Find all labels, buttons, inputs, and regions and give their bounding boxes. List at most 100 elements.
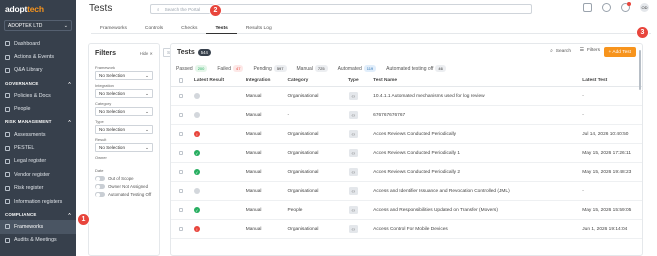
row-checkbox[interactable] <box>171 169 191 175</box>
section-title: COMPLIANCE <box>5 211 37 217</box>
hide-filters-button[interactable]: Hide ✕ <box>140 51 153 56</box>
sidebar-item-people[interactable]: People <box>0 103 76 116</box>
sidebar-item-legal[interactable]: Legal register <box>0 155 76 168</box>
sidebar-item-assessments[interactable]: Assessments <box>0 128 76 141</box>
table-row[interactable]: ✓ Manual Organisational ⚇ Acces Reviews Cond… <box>171 144 642 163</box>
sidebar-item-audits[interactable]: Audits & Meetings <box>0 234 76 247</box>
sidebar-item-label: Vendor register <box>14 171 50 178</box>
row-checkbox[interactable] <box>171 207 191 213</box>
integration-cell: Manual <box>245 169 262 175</box>
test-name-cell[interactable]: Acces Reviews Conducted Periodically <box>373 132 582 137</box>
table-row[interactable]: ✓ Manual Organisational ⚇ Acces Reviews Cond… <box>171 163 642 182</box>
automated-testing-off-toggle[interactable]: Automated Testing Off <box>95 192 153 197</box>
sidebar-item-policies[interactable]: Policies & Docs <box>0 89 76 102</box>
col-type[interactable]: Type <box>333 78 373 83</box>
test-name-cell[interactable]: 10.4.1.1 Automated mechanisms used for l… <box>373 94 582 99</box>
add-test-button[interactable]: + Add Test <box>603 47 636 57</box>
filters-title: Filters <box>95 50 117 57</box>
table-row[interactable]: ! Manual Organisational ⚇ Access Control For… <box>171 220 642 239</box>
result-select[interactable]: No Selection ⌄ <box>95 143 153 152</box>
row-checkbox[interactable] <box>171 188 191 194</box>
type-select[interactable]: No Selection ⌄ <box>95 125 153 134</box>
sidebar-item-actions[interactable]: Actions & Events <box>0 50 76 63</box>
framework-select[interactable]: No Selection ⌄ <box>95 71 153 80</box>
table-row[interactable]: Manual Organisational ⚇ 10.4.1.1 Automated … <box>171 87 642 106</box>
col-integration[interactable]: Integration <box>246 78 288 83</box>
app-logo[interactable]: adopt tech <box>0 0 76 17</box>
avatar[interactable]: OD <box>640 3 649 12</box>
portal-search-input[interactable]: ⌕ Search the Portal <box>150 4 532 14</box>
owner-not-assigned-toggle[interactable]: Owner Not Assigned <box>95 184 153 189</box>
out-of-scope-toggle[interactable]: Out of Scope <box>95 176 153 181</box>
sidebar-item-label: Frameworks <box>14 223 44 230</box>
checkbox[interactable] <box>178 207 184 213</box>
help-icon[interactable] <box>602 3 611 12</box>
sidebar-item-risk-register[interactable]: Risk register <box>0 182 76 195</box>
scrollbar[interactable] <box>639 50 641 90</box>
tab-frameworks[interactable]: Frameworks <box>91 24 136 34</box>
status-tab[interactable]: Pending 597 <box>253 64 287 72</box>
sidebar-item-qa-library[interactable]: Q&A Library <box>0 64 76 77</box>
status-tab[interactable]: Automated 119 <box>338 64 377 72</box>
col-latest-result[interactable]: Latest Result <box>191 78 246 83</box>
select-all-checkbox[interactable] <box>171 78 191 83</box>
framework-label: Framework <box>95 65 116 70</box>
integration-select[interactable]: No Selection ⌄ <box>95 89 153 98</box>
table-row[interactable]: Manual Organisational ⚇ Access and Identifi… <box>171 182 642 201</box>
section-compliance[interactable]: COMPLIANCE ^ <box>0 208 76 220</box>
status-tab-label: Manual <box>296 65 313 72</box>
sidebar-item-vendor[interactable]: Vendor register <box>0 168 76 181</box>
checkbox[interactable] <box>178 131 184 137</box>
status-tabs: Passed 200 Failed 47 Pending 597 Manual 725 Auto… <box>171 61 642 75</box>
section-governance[interactable]: GOVERNANCE ^ <box>0 77 76 89</box>
col-category[interactable]: Category <box>288 78 334 83</box>
section-risk[interactable]: RISK MANAGEMENT ^ <box>0 116 76 128</box>
table-search-button[interactable]: ⌕ Search <box>550 48 571 55</box>
toggle-switch[interactable] <box>95 176 105 181</box>
checkbox[interactable] <box>178 93 184 99</box>
org-switcher[interactable]: ADOPTEK LTD ⌄ <box>4 20 72 31</box>
checkbox[interactable] <box>178 78 184 83</box>
status-tab[interactable]: Failed 47 <box>217 64 244 72</box>
checkbox[interactable] <box>178 188 184 194</box>
test-name-cell[interactable]: Acces Reviews Conducted Periodically 2 <box>373 170 582 175</box>
tab-tests[interactable]: Tests <box>206 24 237 34</box>
sidebar-item-info-registers[interactable]: Information registers <box>0 195 76 208</box>
test-name-cell[interactable]: Access Control For Mobile Devices <box>373 227 582 232</box>
toggle-switch[interactable] <box>95 184 105 189</box>
test-name-cell[interactable]: 676767676767 <box>373 113 582 118</box>
status-tab[interactable]: Automated testing off 46 <box>386 64 446 72</box>
checkbox[interactable] <box>178 112 184 118</box>
col-latest-test[interactable]: Latest Test <box>582 78 642 83</box>
status-tab[interactable]: Passed 200 <box>176 64 208 72</box>
table-row[interactable]: Manual - ⚇ 676767676767- <box>171 106 642 125</box>
status-tab[interactable]: Manual 725 <box>296 64 328 72</box>
test-name-cell[interactable]: Access and Identifier Issuance and Revoc… <box>373 189 582 194</box>
row-checkbox[interactable] <box>171 150 191 156</box>
apps-icon[interactable] <box>583 3 592 12</box>
checkbox[interactable] <box>178 169 184 175</box>
bell-icon[interactable] <box>621 2 631 12</box>
sidebar-item-dashboard[interactable]: Dashboard <box>0 37 76 50</box>
tab-results-log[interactable]: Results Log <box>237 24 281 34</box>
category-value: No Selection <box>99 109 126 114</box>
tab-controls[interactable]: Controls <box>136 24 172 34</box>
sidebar-item-pestel[interactable]: PESTEL <box>0 141 76 154</box>
table-row[interactable]: ✓ Manual People ⚇ Access and Responsibilitie… <box>171 201 642 220</box>
row-checkbox[interactable] <box>171 131 191 137</box>
manual-type-icon: ⚇ <box>348 149 358 157</box>
tab-checks[interactable]: Checks <box>172 24 206 34</box>
category-select[interactable]: No Selection ⌄ <box>95 107 153 116</box>
row-checkbox[interactable] <box>171 226 191 232</box>
sidebar-item-frameworks[interactable]: Frameworks <box>0 220 76 234</box>
checkbox[interactable] <box>178 226 184 232</box>
row-checkbox[interactable] <box>171 93 191 99</box>
row-checkbox[interactable] <box>171 112 191 118</box>
col-test-name[interactable]: Test Name <box>373 78 582 83</box>
checkbox[interactable] <box>178 150 184 156</box>
toggle-switch[interactable] <box>95 192 105 197</box>
test-name-cell[interactable]: Access and Responsibilities Updated on T… <box>373 208 582 213</box>
test-name-cell[interactable]: Acces Reviews Conducted Periodically 1 <box>373 151 582 156</box>
table-row[interactable]: ! Manual Organisational ⚇ Acces Reviews Cond… <box>171 125 642 144</box>
table-filters-button[interactable]: ☰ Filters <box>580 48 600 53</box>
